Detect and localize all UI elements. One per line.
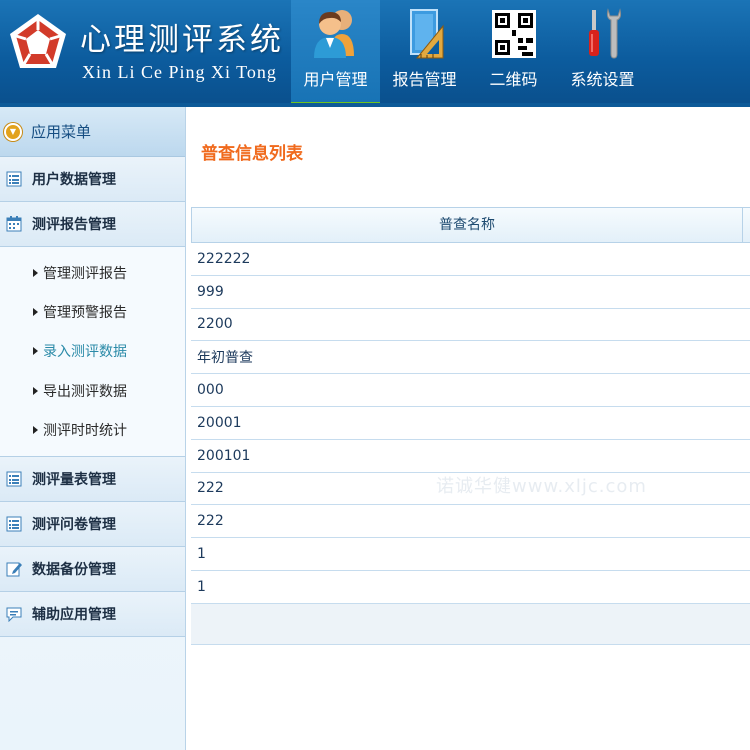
nav-label: 二维码: [489, 70, 538, 89]
table-row[interactable]: 222222: [191, 243, 750, 276]
sidebar-item-questionnaire-management[interactable]: 测评问卷管理: [0, 501, 185, 547]
list-icon: [6, 516, 22, 532]
edit-icon: [6, 562, 22, 577]
column-header-survey-name[interactable]: 普查名称: [192, 208, 743, 242]
sidebar-item-user-data[interactable]: 用户数据管理: [0, 157, 185, 202]
nav-user-management[interactable]: 用户管理: [291, 0, 380, 107]
sidebar-item-label: 测评问卷管理: [32, 516, 116, 533]
sidebar-item-label: 测评量表管理: [32, 471, 116, 488]
logo-icon: [10, 14, 66, 68]
sidebar-item-backup-management[interactable]: 数据备份管理: [0, 546, 185, 592]
table-row[interactable]: 1: [191, 570, 750, 604]
table-row[interactable]: 999: [191, 275, 750, 309]
submenu-label: 录入测评数据: [43, 344, 127, 361]
main-content: 普查信息列表 普查名称 222222 999 2200 年初普查 000 200…: [186, 107, 750, 750]
sidebar: ▼ 应用菜单 用户数据管理 测评报告管理 管理测评报告 管理预警报告 录入测评数…: [0, 107, 186, 750]
nav-report-management[interactable]: 报告管理: [380, 0, 469, 107]
table-row[interactable]: 1: [191, 538, 750, 571]
caret-right-icon: [33, 308, 38, 317]
app-title: 心理测评系统: [80, 22, 284, 58]
submenu-export-data[interactable]: 导出测评数据: [0, 371, 185, 410]
submenu-realtime-stats[interactable]: 测评时时统计: [0, 411, 185, 450]
tools-icon: [588, 8, 621, 59]
survey-name-cell: 2200: [197, 316, 233, 333]
sidebar-header[interactable]: ▼ 应用菜单: [0, 107, 185, 157]
list-icon: [6, 171, 22, 187]
caret-right-icon: [33, 426, 38, 435]
page-title: 普查信息列表: [201, 144, 303, 164]
survey-name-cell: 222: [197, 513, 224, 530]
nav-qr-code[interactable]: 二维码: [469, 0, 558, 107]
sidebar-header-label: 应用菜单: [31, 123, 92, 141]
table-row[interactable]: 200101: [191, 439, 750, 473]
calendar-icon: [6, 216, 22, 232]
caret-right-icon: [33, 386, 38, 395]
app-subtitle: Xin Li Ce Ping Xi Tong: [82, 62, 277, 82]
survey-name-cell: 999: [197, 283, 224, 300]
table-row[interactable]: 2200: [191, 308, 750, 342]
app-header: 心理测评系统 Xin Li Ce Ping Xi Tong 用户管理 报告管理 …: [0, 0, 750, 107]
comment-icon: [6, 607, 22, 622]
nav-label: 系统设置: [570, 70, 635, 89]
survey-name-cell: 222222: [197, 250, 251, 267]
survey-table: 普查名称 222222 999 2200 年初普查 000 20001 2001…: [191, 207, 750, 645]
report-ruler-icon: [409, 9, 443, 59]
nav-label: 报告管理: [392, 70, 457, 89]
caret-right-icon: [33, 268, 38, 277]
survey-name-cell: 年初普查: [197, 350, 253, 367]
submenu-label: 管理预警报告: [43, 305, 127, 322]
sidebar-item-label: 数据备份管理: [32, 561, 116, 578]
survey-name-cell: 1: [197, 578, 206, 595]
survey-name-cell: 222: [197, 480, 224, 497]
table-row[interactable]: 20001: [191, 406, 750, 440]
qr-code-icon: [491, 10, 536, 58]
table-row[interactable]: 222: [191, 472, 750, 506]
table-header: 普查名称: [191, 207, 750, 243]
users-icon: [313, 10, 354, 58]
survey-name-cell: 000: [197, 382, 224, 399]
sidebar-item-label: 辅助应用管理: [32, 606, 116, 623]
sidebar-item-report-management[interactable]: 测评报告管理: [0, 202, 185, 247]
sidebar-item-label: 测评报告管理: [32, 217, 116, 233]
chevron-down-icon: ▼: [4, 122, 22, 141]
submenu-manage-warning-reports[interactable]: 管理预警报告: [0, 292, 185, 331]
submenu-label: 导出测评数据: [43, 383, 127, 400]
table-footer: [191, 603, 750, 645]
survey-name-cell: 200101: [197, 447, 251, 464]
table-row[interactable]: 222: [191, 505, 750, 539]
caret-right-icon: [33, 347, 38, 356]
submenu-manage-reports[interactable]: 管理测评报告: [0, 253, 185, 292]
submenu-label: 管理测评报告: [43, 265, 127, 282]
submenu-label: 测评时时统计: [43, 423, 127, 440]
table-row[interactable]: 年初普查: [191, 341, 750, 375]
nav-system-settings[interactable]: 系统设置: [558, 0, 647, 107]
list-icon: [6, 471, 22, 487]
table-row[interactable]: 000: [191, 374, 750, 407]
report-submenu: 管理测评报告 管理预警报告 录入测评数据 导出测评数据 测评时时统计: [0, 247, 185, 457]
sidebar-item-auxiliary-apps[interactable]: 辅助应用管理: [0, 591, 185, 637]
top-nav: 用户管理 报告管理 二维码 系统设置: [291, 0, 647, 107]
submenu-enter-data[interactable]: 录入测评数据: [0, 332, 185, 371]
survey-name-cell: 1: [197, 546, 206, 563]
survey-name-cell: 20001: [197, 414, 242, 431]
nav-label: 用户管理: [303, 70, 368, 89]
sidebar-item-scale-management[interactable]: 测评量表管理: [0, 456, 185, 502]
sidebar-item-label: 用户数据管理: [32, 172, 116, 188]
